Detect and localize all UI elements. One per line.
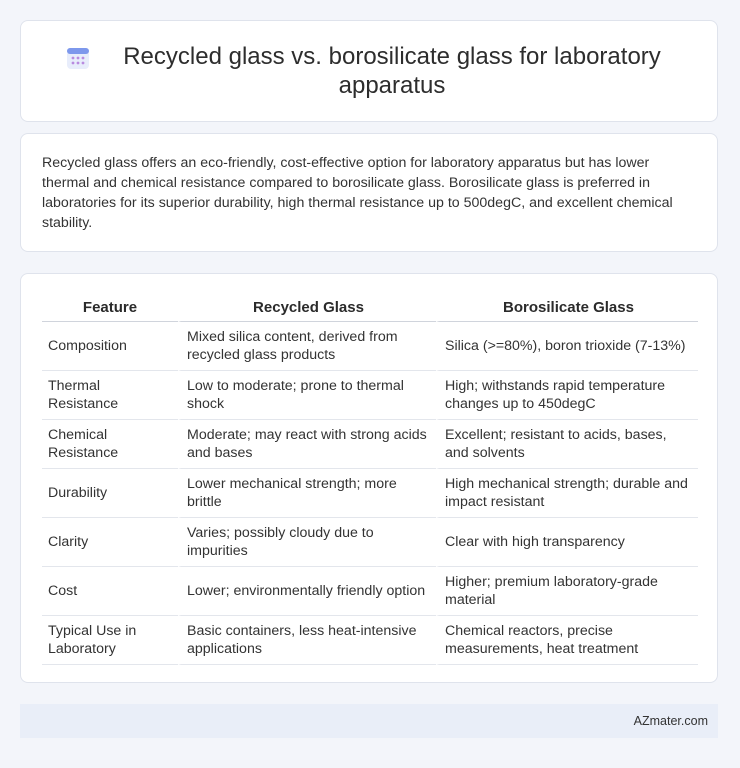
title-card: Recycled glass vs. borosilicate glass fo… bbox=[20, 20, 718, 122]
table-row: Chemical Resistance Moderate; may react … bbox=[42, 420, 698, 469]
table-row: Cost Lower; environmentally friendly opt… bbox=[42, 567, 698, 616]
recycled-cell: Varies; possibly cloudy due to impuritie… bbox=[178, 518, 436, 567]
borosilicate-cell: Silica (>=80%), boron trioxide (7-13%) bbox=[436, 322, 698, 371]
feature-cell: Clarity bbox=[42, 518, 178, 567]
feature-cell: Chemical Resistance bbox=[42, 420, 178, 469]
feature-cell: Cost bbox=[42, 567, 178, 616]
calendar-icon bbox=[67, 48, 89, 69]
table-row: Thermal Resistance Low to moderate; pron… bbox=[42, 371, 698, 420]
comparison-table: Feature Recycled Glass Borosilicate Glas… bbox=[42, 297, 698, 665]
borosilicate-cell: High; withstands rapid temperature chang… bbox=[436, 371, 698, 420]
borosilicate-cell: High mechanical strength; durable and im… bbox=[436, 469, 698, 518]
borosilicate-cell: Excellent; resistant to acids, bases, an… bbox=[436, 420, 698, 469]
page-title: Recycled glass vs. borosilicate glass fo… bbox=[123, 43, 661, 99]
feature-cell: Composition bbox=[42, 322, 178, 371]
feature-cell: Typical Use in Laboratory bbox=[42, 616, 178, 665]
header-borosilicate-glass: Borosilicate Glass bbox=[436, 297, 698, 322]
table-row: Durability Lower mechanical strength; mo… bbox=[42, 469, 698, 518]
recycled-cell: Moderate; may react with strong acids an… bbox=[178, 420, 436, 469]
borosilicate-cell: Higher; premium laboratory-grade materia… bbox=[436, 567, 698, 616]
recycled-cell: Mixed silica content, derived from recyc… bbox=[178, 322, 436, 371]
recycled-cell: Low to moderate; prone to thermal shock bbox=[178, 371, 436, 420]
recycled-cell: Lower; environmentally friendly option bbox=[178, 567, 436, 616]
borosilicate-cell: Clear with high transparency bbox=[436, 518, 698, 567]
table-header-row: Feature Recycled Glass Borosilicate Glas… bbox=[42, 297, 698, 322]
table-row: Clarity Varies; possibly cloudy due to i… bbox=[42, 518, 698, 567]
recycled-cell: Lower mechanical strength; more brittle bbox=[178, 469, 436, 518]
summary-card: Recycled glass offers an eco-friendly, c… bbox=[20, 133, 718, 252]
table-row: Composition Mixed silica content, derive… bbox=[42, 322, 698, 371]
title-row: Recycled glass vs. borosilicate glass fo… bbox=[21, 21, 717, 121]
footer: AZmater.com bbox=[20, 704, 718, 738]
feature-cell: Thermal Resistance bbox=[42, 371, 178, 420]
summary-text: Recycled glass offers an eco-friendly, c… bbox=[42, 155, 673, 231]
header-feature: Feature bbox=[42, 297, 178, 322]
comparison-table-card: Feature Recycled Glass Borosilicate Glas… bbox=[20, 273, 718, 683]
recycled-cell: Basic containers, less heat-intensive ap… bbox=[178, 616, 436, 665]
borosilicate-cell: Chemical reactors, precise measurements,… bbox=[436, 616, 698, 665]
footer-brand[interactable]: AZmater.com bbox=[634, 714, 708, 728]
table-row: Typical Use in Laboratory Basic containe… bbox=[42, 616, 698, 665]
feature-cell: Durability bbox=[42, 469, 178, 518]
header-recycled-glass: Recycled Glass bbox=[178, 297, 436, 322]
